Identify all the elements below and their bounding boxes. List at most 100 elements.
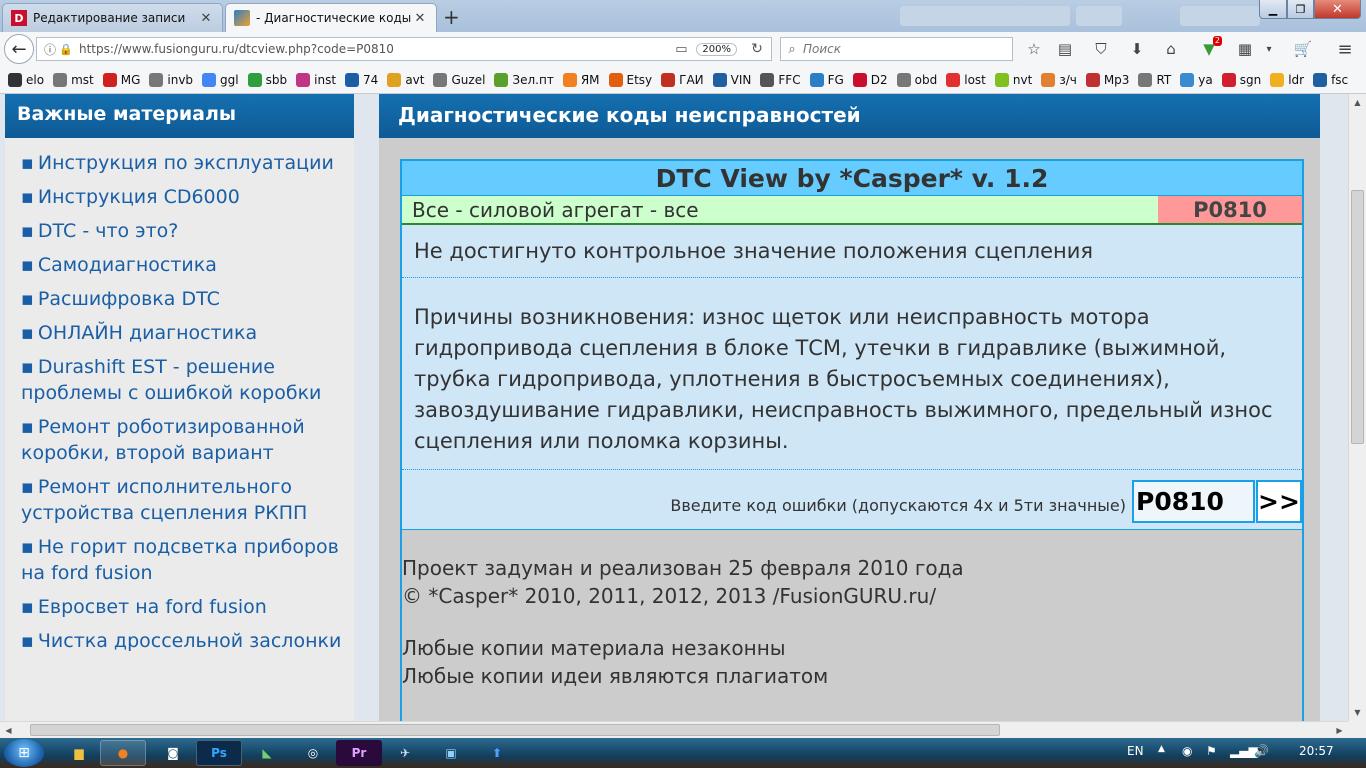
extension-icon[interactable]: ▼ 2 [1198, 36, 1222, 59]
sidebar-link[interactable]: ▪ DTC - что это? [21, 218, 354, 244]
app-icon[interactable]: ✈ [382, 740, 428, 766]
sidebar-link[interactable]: ▪ Ремонт роботизированной коробки, второй… [21, 414, 354, 466]
back-button[interactable]: ← [4, 34, 34, 64]
url-text[interactable]: https://www.fusionguru.ru/dtcview.php?co… [79, 42, 672, 56]
tray-expand-icon[interactable]: ▲ [1158, 744, 1165, 754]
bookmark-item[interactable]: ldr [1270, 72, 1304, 87]
sidebar-link[interactable]: ▪ Самодиагностика [21, 252, 354, 278]
bookmark-item[interactable]: ggl [202, 72, 239, 87]
bookmark-item[interactable]: obd [896, 72, 937, 87]
bookmark-item[interactable]: Mp3 [1085, 72, 1129, 87]
bookmark-item[interactable]: ГАИ [661, 72, 704, 87]
scroll-up-icon[interactable]: ▲ [1349, 94, 1366, 111]
download-icon[interactable]: ⬇ [1126, 39, 1148, 59]
bookmark-item[interactable]: MG [102, 72, 140, 87]
minimize-button[interactable]: ▁ [1259, 0, 1287, 19]
url-bar[interactable]: ⓘ 🔒 https://www.fusionguru.ru/dtcview.ph… [36, 37, 772, 61]
sidebar-link[interactable]: ▪ Инструкция по эксплуатации [21, 150, 354, 176]
sidebar-link[interactable]: ▪ Евросвет на ford fusion [21, 594, 354, 620]
extension-grid-icon[interactable]: ▦ [1234, 39, 1256, 59]
language-indicator[interactable]: EN [1127, 744, 1144, 758]
vertical-scroll-thumb[interactable] [1351, 190, 1364, 444]
bookmark-item[interactable]: VIN [712, 72, 751, 87]
close-icon[interactable]: ✕ [198, 11, 214, 26]
bookmark-item[interactable]: Зел.пт [494, 72, 554, 87]
volume-icon[interactable]: 🔊 [1254, 744, 1269, 758]
sidebar-link[interactable]: ▪ Ремонт исполнительного устройства сцепл… [21, 474, 354, 526]
scroll-down-icon[interactable]: ▼ [1349, 704, 1366, 721]
bookmark-icon [896, 72, 911, 87]
tab-edit-entry[interactable]: D Редактирование записи ✕ [2, 3, 223, 32]
clock[interactable]: 20:57 [1299, 744, 1334, 758]
sidebar-link-label: Чистка дроссельной заслонки [37, 630, 342, 652]
dtc-category: Все - силовой агрегат - все [402, 196, 1158, 223]
bookmark-item[interactable]: sbb [247, 72, 287, 87]
sidebar-link[interactable]: ▪ Расшифровка DTC [21, 286, 354, 312]
search-bar[interactable]: ⌕ [780, 37, 1013, 61]
chevron-down-icon[interactable]: ▾ [1258, 39, 1280, 59]
bookmark-item[interactable]: Etsy [608, 72, 652, 87]
bookmark-item[interactable]: mst [53, 72, 94, 87]
sidebar-link[interactable]: ▪ ОНЛАЙН диагностика [21, 320, 354, 346]
search-input[interactable] [803, 42, 1003, 56]
dtc-code-input[interactable] [1132, 480, 1255, 523]
app-icon[interactable]: ◎ [290, 740, 336, 766]
horizontal-scrollbar[interactable]: ◀ ▶ [0, 721, 1348, 738]
tab-dtc-codes[interactable]: - Диагностические коды неисправностей ✕ [225, 3, 437, 32]
tray-app-icon[interactable]: ◉ [1182, 744, 1192, 758]
app-icon[interactable]: ⬆ [474, 740, 520, 766]
sidebar-link[interactable]: ▪ Инструкция CD6000 [21, 184, 354, 210]
bookmark-item[interactable]: sgn [1221, 72, 1261, 87]
bookmark-item[interactable]: Guzel [433, 72, 485, 87]
app-icon[interactable]: ◙ [150, 740, 196, 766]
bookmark-item[interactable]: RT [1138, 72, 1171, 87]
library-icon[interactable]: ▤ [1054, 39, 1076, 59]
scroll-right-icon[interactable]: ▶ [1331, 722, 1348, 739]
explorer-icon[interactable]: ▆ [56, 740, 102, 766]
sidebar-link[interactable]: ▪ Не горит подсветка приборов на ford fus… [21, 534, 354, 586]
cart-icon[interactable]: 🛒 [1292, 39, 1314, 59]
home-icon[interactable]: ⌂ [1160, 39, 1182, 59]
zoom-indicator[interactable]: 200% [696, 42, 737, 56]
new-tab-button[interactable]: + [443, 5, 460, 29]
bookmark-item[interactable]: 74 [345, 72, 378, 87]
bookmark-item[interactable]: D2 [852, 72, 888, 87]
vertical-scrollbar[interactable]: ▲ ▼ [1348, 94, 1366, 721]
info-icon[interactable]: ⓘ [41, 41, 59, 58]
bookmark-item[interactable]: avt [387, 72, 424, 87]
bookmark-item[interactable]: ya [1180, 72, 1213, 87]
reader-view-icon[interactable]: ▭ [672, 42, 690, 57]
bookmark-icon [562, 72, 577, 87]
sidebar-link[interactable]: ▪ Durashift EST - решение проблемы с ошиб… [21, 354, 354, 406]
bookmark-item[interactable]: lost [946, 72, 986, 87]
bookmark-item[interactable]: inst [296, 72, 336, 87]
reload-icon[interactable]: ↻ [747, 41, 767, 57]
bookmark-item[interactable]: з/ч [1041, 72, 1077, 87]
bookmark-icon [1180, 72, 1195, 87]
pocket-icon[interactable]: ⛉ [1090, 39, 1112, 59]
app-icon[interactable]: ▣ [428, 740, 474, 766]
firefox-icon[interactable]: ● [100, 740, 146, 766]
start-button[interactable]: ⊞ [4, 739, 44, 767]
close-window-button[interactable]: ✕ [1314, 0, 1361, 19]
bookmark-item[interactable]: invb [149, 72, 193, 87]
horizontal-scroll-thumb[interactable] [30, 724, 1000, 736]
app-icon[interactable]: ◣ [244, 740, 290, 766]
premiere-icon[interactable]: Pr [336, 740, 382, 766]
bookmark-item[interactable]: fsc [1313, 72, 1348, 87]
bookmark-item[interactable]: elo [8, 72, 44, 87]
bookmark-star-icon[interactable]: ☆ [1023, 39, 1045, 59]
menu-icon[interactable]: ≡ [1334, 39, 1356, 60]
bookmark-item[interactable]: ЯМ [562, 72, 600, 87]
maximize-button[interactable]: ❐ [1287, 0, 1314, 19]
close-icon[interactable]: ✕ [412, 11, 428, 26]
bookmark-item[interactable]: nvt [994, 72, 1032, 87]
photoshop-icon[interactable]: Ps [196, 740, 242, 766]
scroll-left-icon[interactable]: ◀ [0, 722, 17, 739]
bookmark-item[interactable]: FG [809, 72, 844, 87]
dtc-submit-button[interactable]: >> [1256, 480, 1302, 523]
action-center-icon[interactable]: ⚑ [1206, 744, 1217, 758]
sidebar-link[interactable]: ▪ Чистка дроссельной заслонки [21, 628, 354, 654]
bookmark-item[interactable]: FFC [760, 72, 801, 87]
dtc-viewer: DTC View by *Casper* v. 1.2 Все - силово… [400, 159, 1304, 721]
